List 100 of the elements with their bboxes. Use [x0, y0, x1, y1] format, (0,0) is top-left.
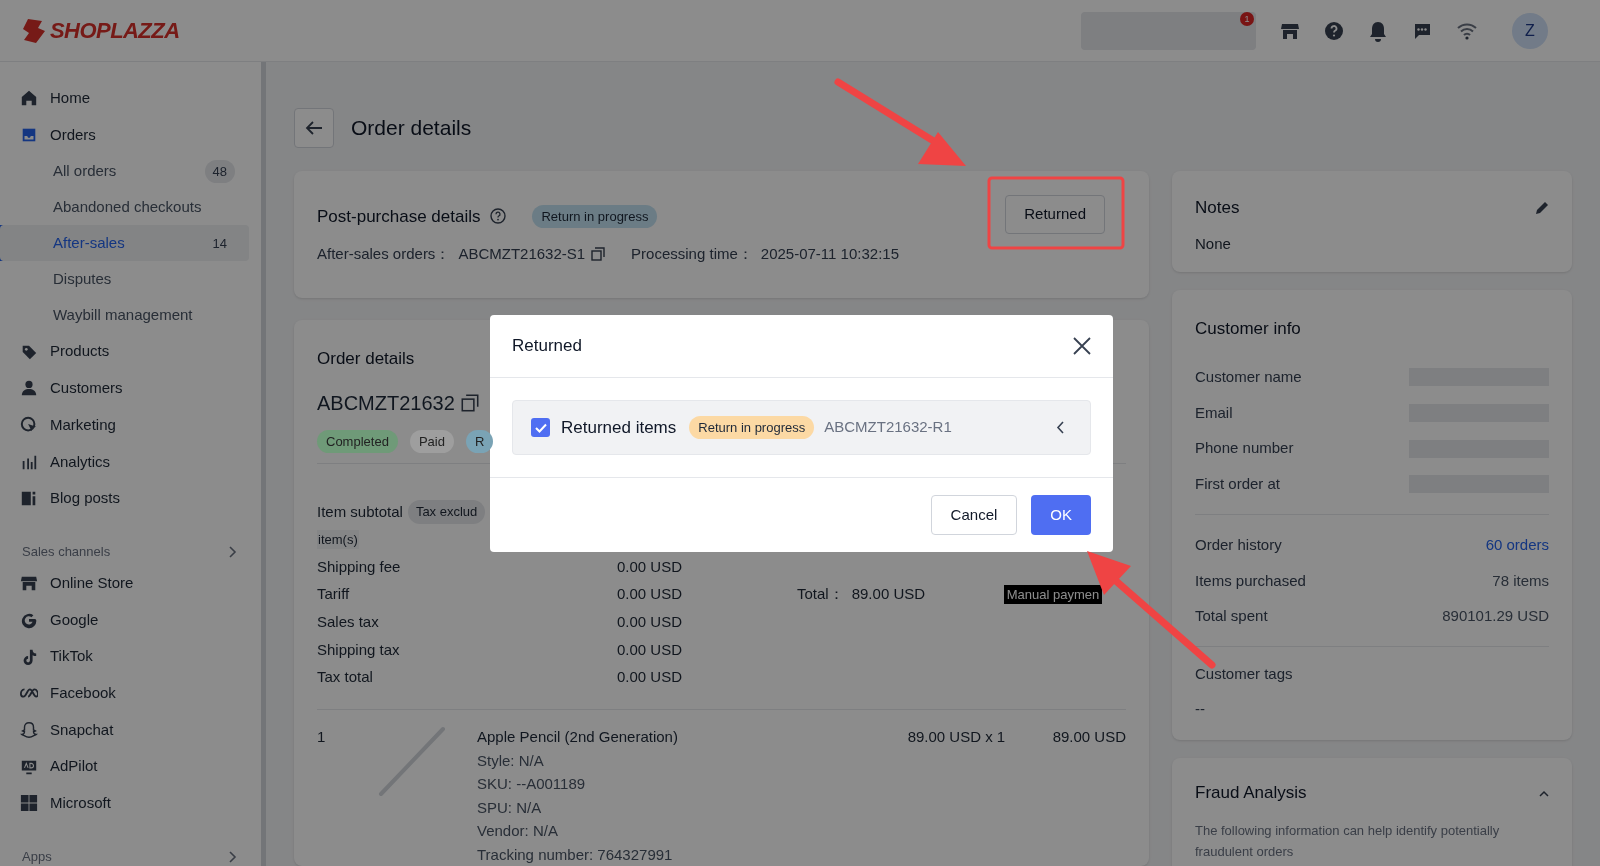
- ok-button[interactable]: OK: [1031, 495, 1091, 535]
- product-detail: Tracking number: 764327991: [477, 844, 674, 865]
- card-title: Notes: [1195, 197, 1240, 219]
- product-detail: Vendor: N/A: [477, 821, 559, 842]
- nav-item[interactable]: Products: [0, 333, 249, 371]
- field-label: First order at: [1195, 474, 1281, 495]
- cancel-button[interactable]: Cancel: [930, 495, 1018, 535]
- field-label: After-sales orders：: [317, 244, 451, 264]
- stat-value: 890101.29 USD: [1442, 606, 1549, 627]
- status-badge: Return in progress: [689, 415, 815, 440]
- help-icon[interactable]: [490, 208, 507, 225]
- processing-time: 2025-07-11 10:32:15: [760, 244, 899, 264]
- after-sales-order-number: ABCMZT21632-S1: [458, 244, 586, 264]
- card-title: Customer info: [1195, 318, 1302, 340]
- help-icon[interactable]: [1324, 20, 1344, 41]
- status-badge: Completed: [317, 429, 398, 453]
- nav-item[interactable]: TikTok: [0, 638, 249, 675]
- row-label: Item subtotal: [317, 501, 403, 522]
- dialog-title: Returned: [512, 335, 582, 358]
- product-detail: SKU: --A001189: [477, 774, 587, 795]
- chevron-up-icon[interactable]: [1539, 789, 1549, 797]
- status-badge: Paid: [409, 429, 454, 453]
- back-button[interactable]: [294, 108, 334, 148]
- nav-item[interactable]: Facebook: [0, 674, 249, 712]
- row-label: Sales tax: [317, 611, 380, 632]
- nav-subitem[interactable]: Disputes: [0, 261, 249, 298]
- status-badge: R: [465, 429, 494, 453]
- total-value: 89.00 USD: [851, 584, 927, 605]
- row-label: Tariff: [317, 584, 351, 605]
- store-icon: [20, 574, 38, 593]
- chevron-left-icon[interactable]: [1056, 421, 1064, 434]
- row-value: 0.00 USD: [617, 667, 684, 688]
- copy-icon[interactable]: [460, 393, 479, 412]
- copy-icon[interactable]: [591, 247, 606, 262]
- field-label: Processing time：: [631, 244, 753, 264]
- nav-subitem[interactable]: Waybill management: [0, 297, 249, 334]
- field-label: Customer tags: [1195, 664, 1294, 685]
- nav-subitem[interactable]: After-sales 14: [0, 225, 249, 262]
- product-detail: SPU: N/A: [477, 797, 543, 818]
- notification-count: 1: [1240, 12, 1254, 26]
- row-value: 0.00 USD: [617, 611, 684, 632]
- nav-item[interactable]: AdPilot: [0, 748, 249, 785]
- chevron-right-icon[interactable]: [229, 850, 237, 863]
- row-value: 0.00 USD: [617, 556, 684, 577]
- arrow-left-icon: [305, 120, 323, 136]
- wifi-icon: [1456, 21, 1478, 40]
- nav-item[interactable]: Analytics: [0, 443, 249, 481]
- avatar[interactable]: Z: [1512, 12, 1548, 49]
- stat-label: Items purchased: [1195, 570, 1306, 591]
- field-label: Customer name: [1195, 367, 1302, 388]
- section-heading: Apps: [22, 847, 52, 866]
- row-label: Shipping tax: [317, 639, 401, 660]
- nav-subitem[interactable]: All orders 48: [0, 153, 249, 190]
- nav-item[interactable]: Blog posts: [0, 480, 249, 517]
- total-label: Total：: [797, 584, 844, 605]
- nav-item[interactable]: Microsoft: [0, 784, 249, 822]
- payment-method-tag: Manual paymen: [1003, 584, 1103, 605]
- nav-item[interactable]: Orders: [0, 116, 249, 154]
- row-value: 0.00 USD: [617, 639, 684, 660]
- product-name: Apple Pencil (2nd Generation): [477, 727, 679, 748]
- order-history-link[interactable]: 60 orders: [1485, 533, 1549, 557]
- fraud-description: The following information can help identify potentially fraudulent orders: [1195, 821, 1501, 861]
- nav-item[interactable]: Google: [0, 601, 249, 639]
- stat-label: Total spent: [1195, 606, 1268, 627]
- returned-button[interactable]: Returned: [1005, 195, 1105, 234]
- count: 48: [204, 159, 235, 184]
- notes-value: None: [1195, 233, 1232, 254]
- row-note: item(s): [317, 529, 359, 549]
- logo-text: SHOPLAZZA: [50, 17, 180, 45]
- card-title: Fraud Analysis: [1195, 782, 1307, 805]
- line-index: 1: [317, 727, 327, 748]
- person-icon: [20, 379, 38, 398]
- tags-value: --: [1195, 698, 1206, 719]
- nav-item[interactable]: Marketing: [0, 406, 249, 444]
- row-label: Shipping fee: [317, 556, 402, 577]
- line-total: 89.00 USD: [1052, 727, 1126, 748]
- order-number: ABCMZT21632: [317, 390, 455, 416]
- page-title: Order details: [351, 115, 472, 142]
- product-detail: Style: N/A: [477, 750, 545, 771]
- pencil-icon[interactable]: [1535, 200, 1549, 215]
- logo-mark-icon: [22, 17, 46, 44]
- close-icon[interactable]: [1073, 337, 1091, 355]
- tax-tag: Tax exclud: [407, 500, 486, 524]
- nav-item[interactable]: Online Store: [0, 564, 249, 602]
- ghost-icon: [20, 720, 38, 739]
- grid-icon: [20, 794, 38, 813]
- chevron-right-icon[interactable]: [229, 545, 237, 558]
- checkbox[interactable]: [531, 418, 550, 437]
- field-label: Email: [1195, 402, 1233, 423]
- returned-items-row[interactable]: Returned items Return in progress ABCMZT21632-R1: [512, 400, 1091, 455]
- row-label: Tax total: [317, 667, 374, 688]
- nav-item[interactable]: Home: [0, 80, 249, 117]
- unit-price: 89.00 USD x 1: [907, 727, 1007, 748]
- row-value: 0.00 USD: [617, 584, 684, 605]
- nav-item[interactable]: Customers: [0, 370, 249, 407]
- notification-bell-icon[interactable]: [1368, 19, 1388, 42]
- count: 14: [211, 234, 228, 253]
- card-title: Post-purchase details: [317, 205, 481, 228]
- item-label: Returned items: [561, 416, 677, 439]
- nav-item[interactable]: Snapchat: [0, 711, 249, 749]
